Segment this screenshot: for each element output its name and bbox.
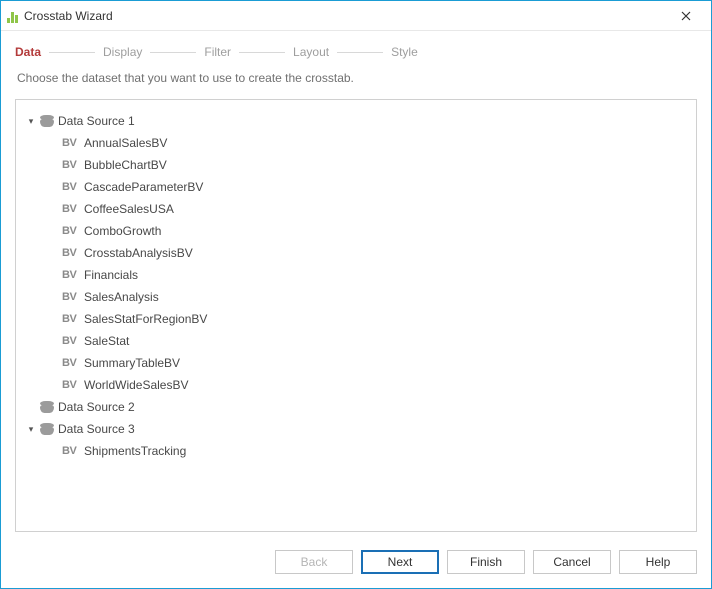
- close-icon: [681, 11, 691, 21]
- bv-icon: BV: [62, 137, 80, 149]
- chevron-down-icon[interactable]: ▾: [26, 424, 36, 435]
- dataset-label: CoffeeSalesUSA: [84, 202, 174, 216]
- step-separator: [49, 52, 95, 53]
- bv-icon: BV: [62, 203, 80, 215]
- tree-node-dataset[interactable]: BV WorldWideSalesBV: [22, 374, 690, 396]
- tree-node-dataset[interactable]: BV CrosstabAnalysisBV: [22, 242, 690, 264]
- bv-icon: BV: [62, 445, 80, 457]
- tree-node-dataset[interactable]: BV SalesStatForRegionBV: [22, 308, 690, 330]
- step-separator: [150, 52, 196, 53]
- datasource-label: Data Source 3: [58, 422, 135, 436]
- chevron-down-icon[interactable]: ▾: [26, 116, 36, 127]
- tree-node-dataset[interactable]: BV SummaryTableBV: [22, 352, 690, 374]
- bv-icon: BV: [62, 159, 80, 171]
- step-filter[interactable]: Filter: [204, 45, 231, 59]
- tree-node-dataset[interactable]: BV CascadeParameterBV: [22, 176, 690, 198]
- dataset-label: WorldWideSalesBV: [84, 378, 188, 392]
- tree-node-datasource[interactable]: Data Source 2: [22, 396, 690, 418]
- step-layout[interactable]: Layout: [293, 45, 329, 59]
- bv-icon: BV: [62, 357, 80, 369]
- tree-node-dataset[interactable]: BV ComboGrowth: [22, 220, 690, 242]
- tree-node-datasource[interactable]: ▾ Data Source 1: [22, 110, 690, 132]
- database-icon: [40, 401, 54, 413]
- help-button[interactable]: Help: [619, 550, 697, 574]
- tree-node-dataset[interactable]: BV CoffeeSalesUSA: [22, 198, 690, 220]
- bv-icon: BV: [62, 247, 80, 259]
- bv-icon: BV: [62, 313, 80, 325]
- dataset-label: CrosstabAnalysisBV: [84, 246, 193, 260]
- bv-icon: BV: [62, 225, 80, 237]
- finish-button[interactable]: Finish: [447, 550, 525, 574]
- wizard-steps: Data Display Filter Layout Style: [1, 31, 711, 65]
- datasource-label: Data Source 2: [58, 400, 135, 414]
- dataset-label: CascadeParameterBV: [84, 180, 203, 194]
- database-icon: [40, 423, 54, 435]
- window-title: Crosstab Wizard: [24, 9, 669, 23]
- tree-node-dataset[interactable]: BV AnnualSalesBV: [22, 132, 690, 154]
- bv-icon: BV: [62, 269, 80, 281]
- dataset-label: ComboGrowth: [84, 224, 161, 238]
- bv-icon: BV: [62, 335, 80, 347]
- tree-node-dataset[interactable]: BV Financials: [22, 264, 690, 286]
- tree-node-dataset[interactable]: BV ShipmentsTracking: [22, 440, 690, 462]
- dataset-label: SalesStatForRegionBV: [84, 312, 207, 326]
- tree-node-dataset[interactable]: BV BubbleChartBV: [22, 154, 690, 176]
- tree-node-datasource[interactable]: ▾ Data Source 3: [22, 418, 690, 440]
- datasource-label: Data Source 1: [58, 114, 135, 128]
- dataset-label: SalesAnalysis: [84, 290, 159, 304]
- dataset-label: AnnualSalesBV: [84, 136, 167, 150]
- step-separator: [239, 52, 285, 53]
- titlebar: Crosstab Wizard: [1, 1, 711, 31]
- tree-node-dataset[interactable]: BV SalesAnalysis: [22, 286, 690, 308]
- app-logo-icon: [7, 9, 18, 23]
- close-button[interactable]: [669, 5, 703, 27]
- database-icon: [40, 115, 54, 127]
- dataset-label: SaleStat: [84, 334, 129, 348]
- dataset-label: Financials: [84, 268, 138, 282]
- instruction-text: Choose the dataset that you want to use …: [1, 65, 711, 99]
- dataset-label: SummaryTableBV: [84, 356, 180, 370]
- next-button[interactable]: Next: [361, 550, 439, 574]
- wizard-window: Crosstab Wizard Data Display Filter Layo…: [0, 0, 712, 589]
- dataset-label: BubbleChartBV: [84, 158, 167, 172]
- cancel-button[interactable]: Cancel: [533, 550, 611, 574]
- step-data[interactable]: Data: [15, 45, 41, 59]
- bv-icon: BV: [62, 181, 80, 193]
- tree-node-dataset[interactable]: BV SaleStat: [22, 330, 690, 352]
- step-style[interactable]: Style: [391, 45, 418, 59]
- bv-icon: BV: [62, 291, 80, 303]
- step-separator: [337, 52, 383, 53]
- dataset-tree[interactable]: ▾ Data Source 1 BV AnnualSalesBV BV Bubble…: [15, 99, 697, 532]
- back-button: Back: [275, 550, 353, 574]
- step-display[interactable]: Display: [103, 45, 142, 59]
- dataset-label: ShipmentsTracking: [84, 444, 186, 458]
- bv-icon: BV: [62, 379, 80, 391]
- wizard-footer: Back Next Finish Cancel Help: [1, 542, 711, 588]
